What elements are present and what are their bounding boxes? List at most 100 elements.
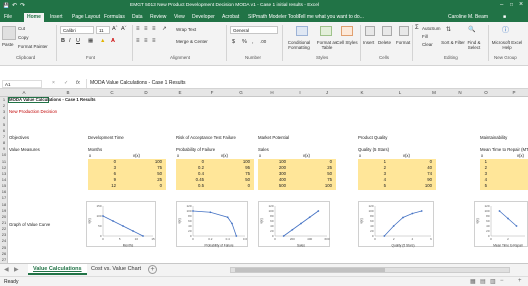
tab-formulas[interactable]: Formulas <box>104 14 125 20</box>
clear-button[interactable]: Clear <box>422 42 433 47</box>
format-table-icon[interactable] <box>320 26 332 36</box>
column-header[interactable]: E <box>164 90 196 95</box>
row-header[interactable]: 22 <box>0 226 8 231</box>
name-box[interactable]: A1 <box>2 80 42 88</box>
next-sheet-icon[interactable]: ▶ <box>14 266 19 273</box>
delete-button[interactable]: Delete <box>378 40 391 45</box>
x-value-cell[interactable]: 0.5 <box>176 183 204 189</box>
column-header[interactable]: D <box>128 90 164 95</box>
vx-value-cell[interactable]: 0 <box>212 183 250 189</box>
vx-value-cell[interactable]: 100 <box>394 183 432 189</box>
row-header[interactable]: 1 <box>0 97 8 102</box>
column-header[interactable]: J <box>310 90 344 95</box>
row-header[interactable]: 11 <box>0 159 8 164</box>
row-header[interactable]: 27 <box>0 257 8 262</box>
zoom-out-icon[interactable]: − <box>500 278 504 284</box>
find-select-button[interactable]: Find & Select <box>462 40 486 50</box>
increase-font-icon[interactable]: Aˆ <box>112 26 118 32</box>
cell-styles-button[interactable]: Cell Styles <box>336 40 358 45</box>
cell-styles-icon[interactable] <box>341 26 353 36</box>
align-center-icon[interactable]: ≡ <box>144 38 148 44</box>
decrease-font-icon[interactable]: Aˇ <box>121 26 127 32</box>
format-cells-icon[interactable] <box>399 26 409 36</box>
sheet-title[interactable]: MODA Value Calculations - Case 1 Results <box>9 97 96 103</box>
vx-value-cell[interactable]: 100 <box>294 183 332 189</box>
italic-button[interactable]: I <box>69 38 71 44</box>
maximize-icon[interactable]: □ <box>510 2 513 8</box>
x-value-cell[interactable]: 5 <box>358 183 386 189</box>
row-header[interactable]: 13 <box>0 171 8 176</box>
page-break-icon[interactable]: ▥ <box>490 278 496 285</box>
align-bottom-icon[interactable]: ≡ <box>152 26 156 32</box>
row-header[interactable]: 16 <box>0 189 8 194</box>
insert-button[interactable]: Insert <box>363 40 374 45</box>
add-sheet-icon[interactable]: + <box>148 265 157 274</box>
cut-button[interactable]: Cut <box>18 26 25 31</box>
tab-review[interactable]: Review <box>150 14 166 20</box>
row-header[interactable]: 14 <box>0 177 8 182</box>
value-curve-chart[interactable]: 0 20 40 60 80 100 120 0 0.2 0.4 0.6 Probability of … <box>176 201 248 248</box>
value-curve-chart[interactable]: 0 20 40 60 80 100 120 0 200 400 600 Sales v(x) <box>258 201 330 248</box>
column-header[interactable]: M <box>420 90 448 95</box>
x-value-cell[interactable]: 12 <box>88 183 116 189</box>
formula-input[interactable]: MODA Value Calculations - Case 1 Results <box>86 79 526 88</box>
close-icon[interactable]: × <box>519 1 523 8</box>
row-header[interactable]: 23 <box>0 232 8 237</box>
row-header[interactable]: 21 <box>0 220 8 225</box>
help-icon[interactable]: ⓘ <box>502 25 509 35</box>
horizontal-scrollbar[interactable] <box>230 267 510 273</box>
percent-button[interactable]: % <box>242 39 247 45</box>
objective-label[interactable]: Product Quality <box>358 135 387 141</box>
comma-button[interactable]: , <box>252 39 254 45</box>
insert-cells-icon[interactable] <box>365 26 375 36</box>
format-painter-button[interactable]: Format Painter <box>18 44 48 49</box>
row-header[interactable]: 20 <box>0 214 8 219</box>
tab-home[interactable]: Home <box>24 13 44 22</box>
column-header[interactable]: A <box>8 90 40 95</box>
row-header[interactable]: 19 <box>0 208 8 213</box>
autosum-icon[interactable]: Σ <box>415 25 419 31</box>
page-layout-icon[interactable]: ▤ <box>480 278 486 285</box>
column-header[interactable]: H <box>254 90 290 95</box>
row-header[interactable]: 2 <box>0 103 8 108</box>
tell-me-search[interactable]: Tell me what you want to do... <box>298 14 364 20</box>
normal-view-icon[interactable]: ▦ <box>470 278 476 285</box>
row-header[interactable]: 12 <box>0 165 8 170</box>
orientation-icon[interactable]: ↗ <box>162 26 167 32</box>
paste-icon[interactable] <box>2 26 16 40</box>
column-header[interactable]: O <box>472 90 500 95</box>
align-middle-icon[interactable]: ≡ <box>144 26 148 32</box>
vx-header[interactable]: v(x) <box>500 153 524 159</box>
scrollbar-thumb[interactable] <box>235 268 385 272</box>
row-header[interactable]: 3 <box>0 109 8 114</box>
x-value-cell[interactable]: 5 <box>480 183 487 189</box>
vx-value-cell[interactable]: 0 <box>124 183 162 189</box>
minimize-icon[interactable]: – <box>500 2 503 8</box>
row-header[interactable]: 24 <box>0 238 8 243</box>
column-header[interactable]: N <box>448 90 472 95</box>
column-header[interactable]: L <box>380 90 420 95</box>
tab-insert[interactable]: Insert <box>50 14 63 20</box>
cancel-icon[interactable]: × <box>52 80 55 86</box>
sort-filter-icon[interactable]: ⇅ <box>446 26 451 33</box>
row-header[interactable]: 25 <box>0 245 8 250</box>
tab-sipmath[interactable]: SIPmath Modeler Tools <box>248 14 300 20</box>
tab-file[interactable]: File <box>4 14 12 20</box>
align-top-icon[interactable]: ≡ <box>136 26 140 32</box>
align-right-icon[interactable]: ≡ <box>152 38 156 44</box>
objective-label[interactable]: Maintainability <box>480 135 507 141</box>
font-color-icon[interactable]: A <box>111 38 115 44</box>
currency-button[interactable]: $ <box>232 39 235 45</box>
zoom-in-icon[interactable]: + <box>518 278 522 284</box>
find-select-icon[interactable]: 🔍 <box>468 26 475 33</box>
row-header[interactable]: 26 <box>0 251 8 256</box>
number-format-select[interactable]: General <box>230 26 278 34</box>
undo-icon[interactable]: ↶ <box>12 2 17 9</box>
conditional-formatting-icon[interactable] <box>296 26 308 36</box>
objective-label[interactable]: Risk of Acceptance Test Failure <box>176 135 236 141</box>
worksheet-grid[interactable]: MODA Value Calculations - Case 1 Results… <box>8 97 528 263</box>
graph-label[interactable]: Graph of Value Curve <box>9 222 50 228</box>
column-header[interactable]: F <box>196 90 228 95</box>
share-icon[interactable]: ■ <box>503 14 506 20</box>
row-header[interactable]: 4 <box>0 115 8 120</box>
